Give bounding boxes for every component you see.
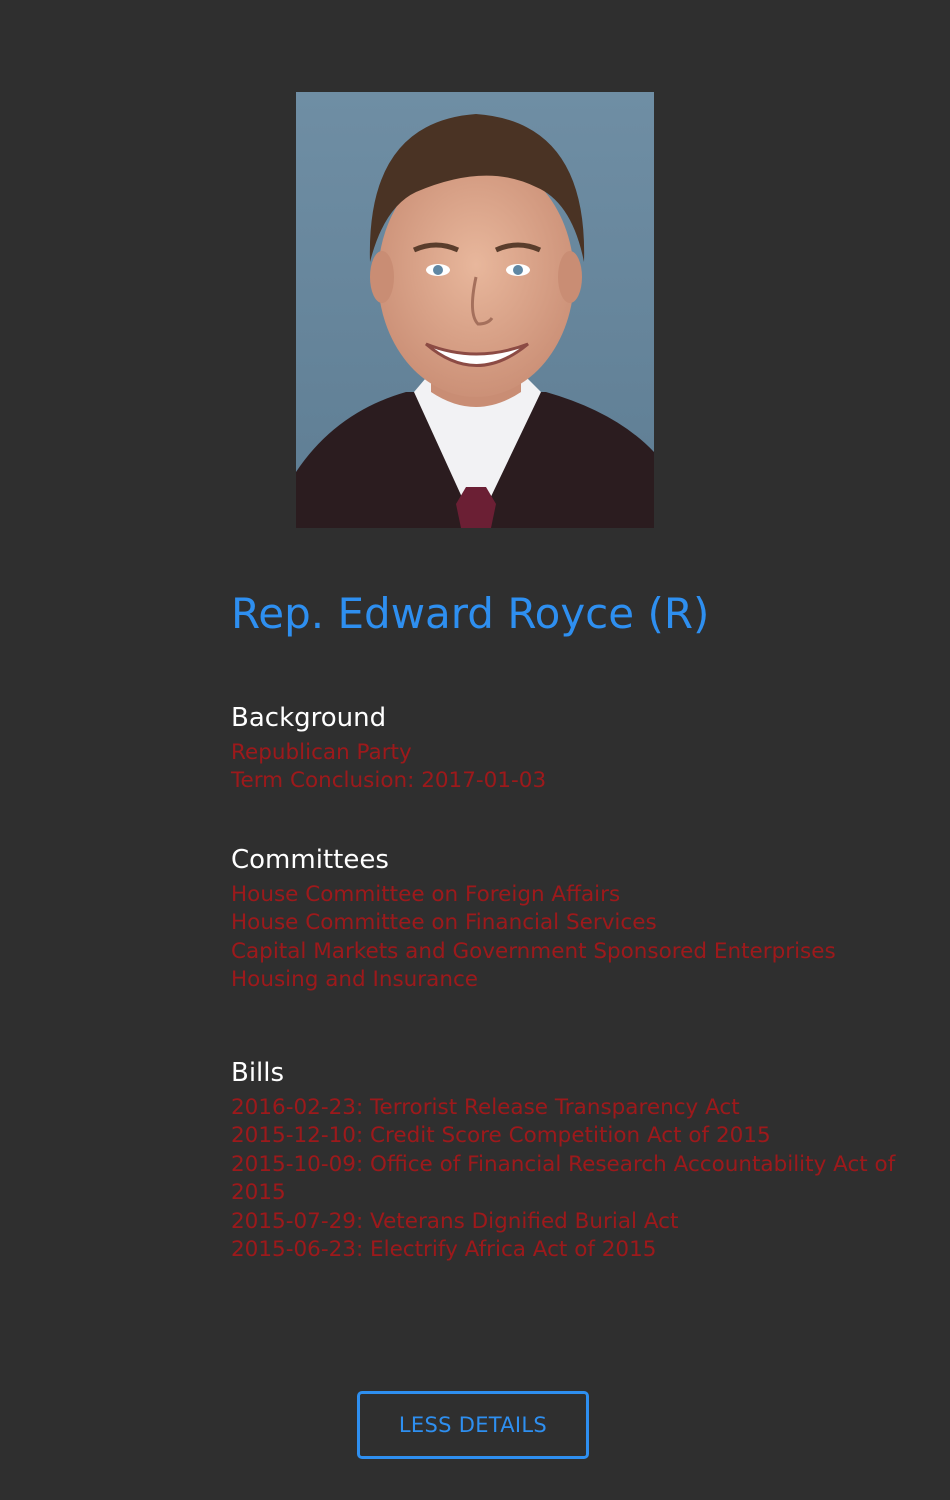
section-heading-background: Background [231, 703, 387, 733]
bill-item: 2015-07-29: Veterans Dignified Burial Ac… [231, 1208, 679, 1234]
committee-item: Capital Markets and Government Sponsored… [231, 938, 836, 964]
section-heading-bills: Bills [231, 1058, 285, 1088]
bill-item: 2015-06-23: Electrify Africa Act of 2015 [231, 1237, 657, 1263]
background-item: Term Conclusion: 2017-01-03 [231, 768, 547, 794]
bill-item: 2016-02-23: Terrorist Release Transparen… [231, 1095, 740, 1120]
background-item: Republican Party [231, 740, 412, 765]
representative-name: Rep. Edward Royce (R) [231, 589, 710, 638]
bills-section: Bills 2016-02-23: Terrorist Release Tran… [231, 1056, 911, 1264]
section-heading-committees: Committees [231, 845, 389, 875]
bill-item: 2015-12-10: Credit Score Competition Act… [231, 1123, 771, 1149]
less-details-button[interactable]: LESS DETAILS [357, 1391, 589, 1459]
committees-section: Committees House Committee on Foreign Af… [231, 843, 836, 995]
background-section: Background Republican Party Term Conclus… [231, 701, 546, 796]
committee-item: House Committee on Foreign Affairs [231, 882, 621, 907]
bill-item: 2015-10-09: Office of Financial Research… [231, 1151, 896, 1206]
committee-item: Housing and Insurance [231, 967, 478, 993]
portrait-photo [296, 92, 654, 528]
committee-item: House Committee on Financial Services [231, 910, 657, 936]
